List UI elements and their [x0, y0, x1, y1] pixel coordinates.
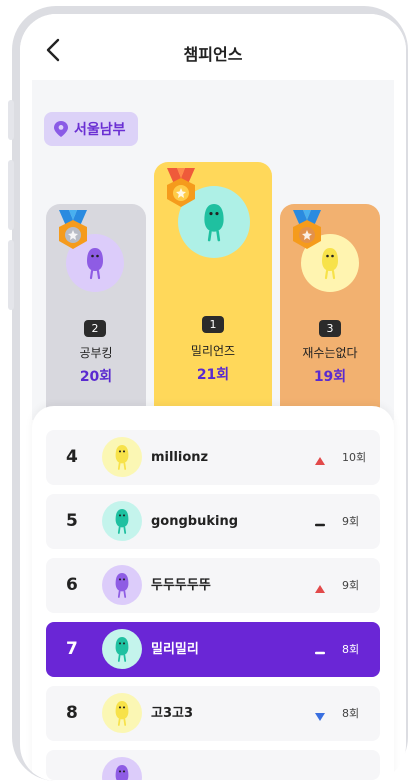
podium-name: 밀리언즈 — [190, 344, 236, 358]
avatar — [102, 437, 142, 477]
user-name: millionz — [151, 450, 209, 465]
ranking-row[interactable] — [46, 750, 380, 780]
ranking-row[interactable]: 6 두두두두뚜 9회 — [46, 558, 380, 613]
podium-count: 20회 — [79, 369, 113, 385]
visit-count: 10회 — [342, 451, 367, 464]
character-icon — [115, 765, 129, 780]
bronze-medal-icon — [290, 210, 324, 256]
character-icon — [115, 573, 129, 598]
ranking-row[interactable]: 8 고3고3 8회 — [46, 686, 380, 741]
location-pin-icon — [54, 121, 68, 137]
visit-count: 9회 — [342, 515, 360, 528]
character-icon — [115, 509, 129, 534]
trend-up-icon — [314, 580, 326, 593]
trend-same-icon — [314, 644, 326, 656]
ranking-row[interactable]: 7 밀리밀리 8회 — [46, 622, 380, 677]
rank-number: 2 — [84, 320, 106, 337]
character-icon — [204, 204, 224, 242]
avatar — [102, 629, 142, 669]
ranking-list: 4 millionz 10회 5 gongbuking 9회 6 두두두두뚜 9회 7 밀리밀리 8회… — [32, 406, 394, 781]
rank-number: 8 — [66, 703, 78, 723]
screen: 챔피언스 서울남부 2 공부킹 20회 1 밀리언즈 21회 3 재수는없다 1… — [20, 14, 406, 781]
rank-number: 4 — [66, 447, 78, 467]
gold-medal-icon — [164, 168, 198, 214]
podium-name: 공부킹 — [79, 346, 113, 360]
avatar — [102, 757, 142, 780]
region-label: 서울남부 — [74, 122, 126, 138]
side-button — [8, 100, 14, 140]
podium-third[interactable]: 3 재수는없다 19회 — [280, 204, 380, 424]
rank-number: 5 — [66, 511, 78, 531]
user-name: 고3고3 — [151, 706, 194, 721]
podium-name: 재수는없다 — [302, 346, 358, 360]
trend-down-icon — [314, 708, 326, 721]
character-icon — [115, 637, 129, 662]
character-icon — [115, 445, 129, 470]
podium-count: 19회 — [313, 369, 347, 385]
trend-same-icon — [314, 516, 326, 528]
avatar — [102, 501, 142, 541]
user-name: gongbuking — [151, 514, 239, 529]
silver-medal-icon — [56, 210, 90, 256]
rank-number: 1 — [202, 316, 224, 333]
app-header: 챔피언스 — [20, 14, 406, 84]
visit-count: 9회 — [342, 579, 360, 592]
character-icon — [115, 701, 129, 726]
user-name: 두두두두뚜 — [151, 578, 211, 593]
rank-number: 3 — [319, 320, 341, 337]
avatar — [102, 693, 142, 733]
ranking-row[interactable]: 4 millionz 10회 — [46, 430, 380, 485]
trend-up-icon — [314, 452, 326, 465]
rank-number: 7 — [66, 639, 78, 659]
podium-first[interactable]: 1 밀리언즈 21회 — [154, 162, 272, 424]
avatar — [102, 565, 142, 605]
rank-number: 6 — [66, 575, 78, 595]
visit-count: 8회 — [342, 707, 360, 720]
ranking-row[interactable]: 5 gongbuking 9회 — [46, 494, 380, 549]
page-title: 챔피언스 — [183, 45, 243, 64]
region-chip[interactable]: 서울남부 — [44, 112, 138, 146]
podium-second[interactable]: 2 공부킹 20회 — [46, 204, 146, 424]
podium-count: 21회 — [196, 367, 230, 383]
visit-count: 8회 — [342, 643, 360, 656]
user-name: 밀리밀리 — [151, 642, 199, 657]
side-button — [8, 160, 14, 230]
side-button — [8, 240, 14, 310]
